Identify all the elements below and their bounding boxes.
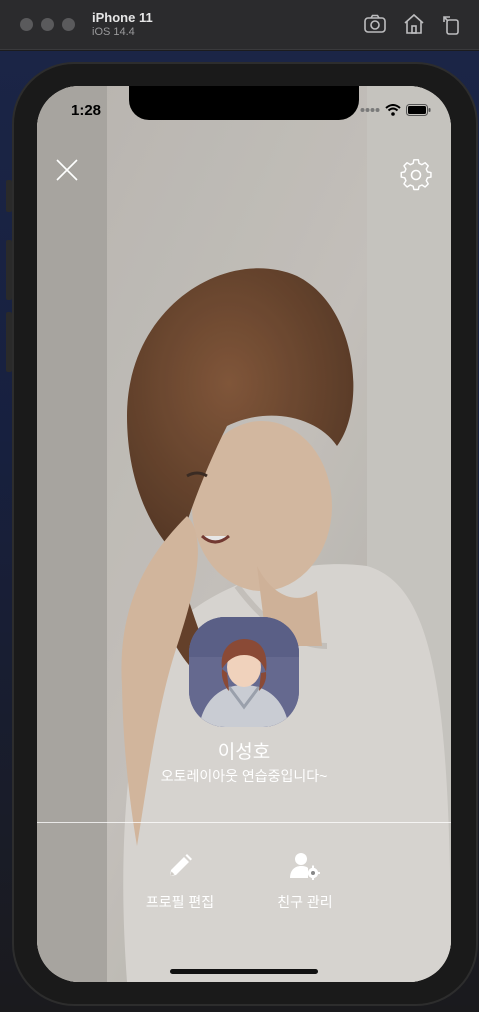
device-notch bbox=[129, 86, 359, 120]
close-button[interactable] bbox=[55, 158, 79, 182]
profile-name: 이성호 bbox=[217, 742, 271, 763]
profile-avatar[interactable] bbox=[189, 617, 299, 727]
rotate-icon[interactable] bbox=[440, 12, 464, 36]
window-close-dot[interactable] bbox=[20, 18, 33, 31]
simulator-os-version: iOS 14.4 bbox=[92, 26, 135, 38]
close-icon bbox=[56, 159, 78, 181]
section-divider bbox=[37, 822, 451, 823]
cellular-dots-icon bbox=[360, 108, 380, 112]
device-volume-down bbox=[6, 312, 12, 372]
profile-status-message: 오토레이아웃 연습중입니다~ bbox=[160, 768, 328, 784]
window-minimize-dot[interactable] bbox=[41, 18, 54, 31]
device-silent-switch bbox=[6, 180, 12, 212]
wifi-icon bbox=[385, 104, 401, 116]
simulator-device-name: iPhone 11 bbox=[92, 10, 153, 25]
pencil-icon bbox=[170, 854, 192, 876]
user-gear-icon bbox=[290, 853, 320, 880]
background-dim-overlay bbox=[37, 86, 451, 982]
manage-friends-button[interactable]: 친구 관리 bbox=[255, 852, 355, 912]
manage-friends-label: 친구 관리 bbox=[277, 894, 333, 910]
settings-button[interactable] bbox=[399, 158, 433, 192]
screenshot-icon[interactable] bbox=[363, 12, 387, 36]
edit-profile-button[interactable]: 프로필 편집 bbox=[130, 852, 230, 912]
gear-icon bbox=[400, 159, 432, 191]
app-screen: 1:28 이성호 오토레이아웃 연습중입니다~ 프로필 편집 친구 관리 bbox=[37, 86, 451, 982]
battery-icon bbox=[406, 104, 431, 116]
status-bar-time: 1:28 bbox=[71, 102, 102, 119]
home-indicator[interactable] bbox=[170, 969, 318, 974]
status-bar-icons bbox=[360, 104, 431, 116]
device-volume-up bbox=[6, 240, 12, 300]
window-zoom-dot[interactable] bbox=[62, 18, 75, 31]
edit-profile-label: 프로필 편집 bbox=[145, 894, 215, 910]
home-icon[interactable] bbox=[402, 12, 426, 36]
simulator-titlebar: iPhone 11 iOS 14.4 bbox=[0, 0, 479, 50]
